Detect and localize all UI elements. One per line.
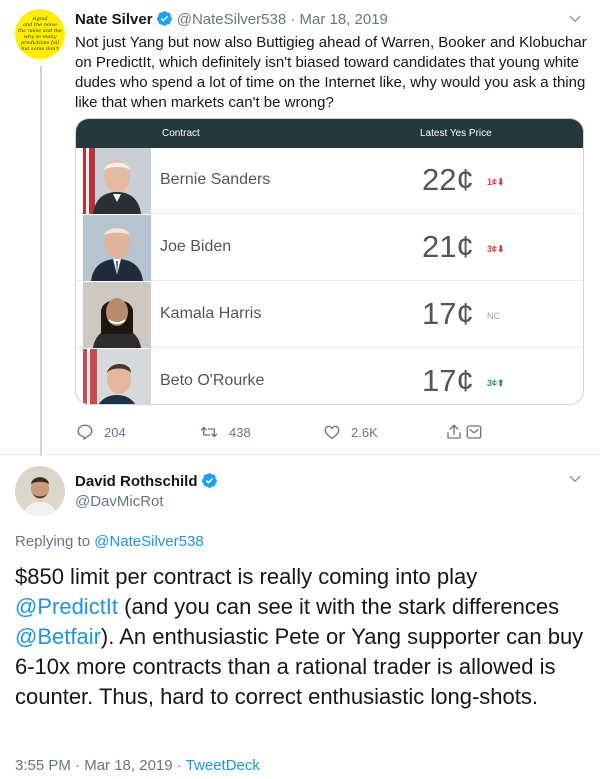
candidate-photo — [83, 215, 151, 281]
candidate-name: Joe Biden — [160, 238, 232, 255]
meta-separator: · — [290, 11, 296, 28]
candidate-photo — [83, 148, 151, 214]
mention-link[interactable]: @Betfair — [15, 624, 101, 649]
divider — [0, 454, 600, 455]
price-change: 1¢⬇ — [487, 177, 505, 188]
price-change: 3¢⬆ — [487, 378, 505, 389]
yes-price: 17¢ — [422, 296, 474, 331]
message-icon — [465, 423, 483, 441]
chevron-down-icon[interactable] — [568, 472, 582, 491]
tweet-text: Not just Yang but now also Buttigieg ahe… — [75, 34, 587, 111]
arrow-down-icon: ⬇ — [497, 177, 505, 187]
yes-price: 22¢ — [422, 162, 474, 197]
handle[interactable]: @DavMicRot — [75, 492, 164, 512]
candidate-photo — [83, 349, 151, 404]
handle[interactable]: @NateSilver538 — [177, 11, 286, 28]
reply-text: $850 limit per contract is really coming… — [15, 562, 585, 712]
change-value: 3¢ — [487, 378, 498, 388]
change-value: 1¢ — [487, 177, 498, 187]
chevron-down-icon[interactable] — [568, 12, 582, 31]
tweet-footer: 3:55 PM · Mar 18, 2019 · TweetDeck — [15, 756, 260, 776]
replying-to-link[interactable]: @NateSilver538 — [94, 533, 203, 550]
author-name[interactable]: Nate Silver — [75, 11, 153, 28]
like-icon — [323, 423, 341, 441]
text-segment: ). An enthusiastic Pete or Yang supporte… — [15, 624, 584, 709]
meta-separator: · — [75, 757, 81, 774]
yes-price: 21¢ — [422, 229, 474, 264]
candidate-name: Kamala Harris — [160, 305, 262, 322]
reply-button[interactable]: 204 — [76, 423, 126, 441]
tweet-time[interactable]: 3:55 PM — [15, 757, 71, 774]
share-icon — [445, 423, 463, 441]
retweet-icon — [199, 423, 219, 441]
tweet-date[interactable]: Mar 18, 2019 — [300, 11, 388, 28]
verified-badge-icon — [201, 472, 218, 495]
replying-to: Replying to @NateSilver538 — [15, 532, 204, 552]
candidate-name: Beto O'Rourke — [160, 372, 265, 389]
text-segment: (and you can see it with the stark diffe… — [118, 594, 560, 619]
change-value: NC — [487, 311, 500, 321]
tweet-actions: 204 438 2.6K — [0, 423, 600, 443]
reply-count: 204 — [104, 424, 126, 440]
contract-row: Kamala Harris 17¢ NC — [76, 282, 583, 348]
tweet-header: Nate Silver @NateSilver538 · Mar 18, 201… — [75, 10, 388, 33]
retweet-button[interactable]: 438 — [199, 423, 251, 441]
reply-icon — [76, 423, 94, 441]
header-contract: Contract — [162, 128, 200, 139]
contract-row: Bernie Sanders 22¢ 1¢⬇ — [76, 148, 583, 214]
header-price: Latest Yes Price — [420, 128, 492, 139]
contract-row: Beto O'Rourke 17¢ 3¢⬆ — [76, 349, 583, 404]
text-segment: $850 limit per contract is really coming… — [15, 564, 478, 589]
candidate-photo — [83, 282, 151, 348]
avatar-text-line: but some don't — [21, 46, 59, 52]
yes-price: 17¢ — [422, 363, 474, 398]
avatar[interactable] — [15, 466, 65, 516]
price-change: NC — [487, 311, 500, 321]
thread-connector — [40, 66, 42, 456]
share-button[interactable] — [445, 423, 483, 441]
change-value: 3¢ — [487, 244, 498, 254]
like-button[interactable]: 2.6K — [323, 423, 378, 441]
avatar[interactable]: signal and the noise the noise and the why … — [15, 9, 65, 59]
mention-link[interactable]: @PredictIt — [15, 594, 118, 619]
source-link[interactable]: TweetDeck — [186, 757, 260, 774]
verified-badge-icon — [156, 10, 173, 33]
like-count: 2.6K — [351, 424, 378, 440]
arrow-down-icon: ⬇ — [497, 244, 505, 254]
price-change: 3¢⬇ — [487, 244, 505, 255]
candidate-name: Bernie Sanders — [160, 171, 271, 188]
contract-row: Joe Biden 21¢ 3¢⬇ — [76, 215, 583, 281]
predictit-card[interactable]: Contract Latest Yes Price Bernie Sanders… — [75, 118, 584, 405]
meta-separator: · — [176, 757, 182, 774]
replying-prefix: Replying to — [15, 533, 91, 550]
arrow-up-icon: ⬆ — [497, 378, 505, 388]
tweet-date[interactable]: Mar 18, 2019 — [84, 757, 172, 774]
author-name[interactable]: David Rothschild — [75, 473, 198, 490]
retweet-count: 438 — [229, 424, 251, 440]
card-header: Contract Latest Yes Price — [76, 119, 583, 148]
